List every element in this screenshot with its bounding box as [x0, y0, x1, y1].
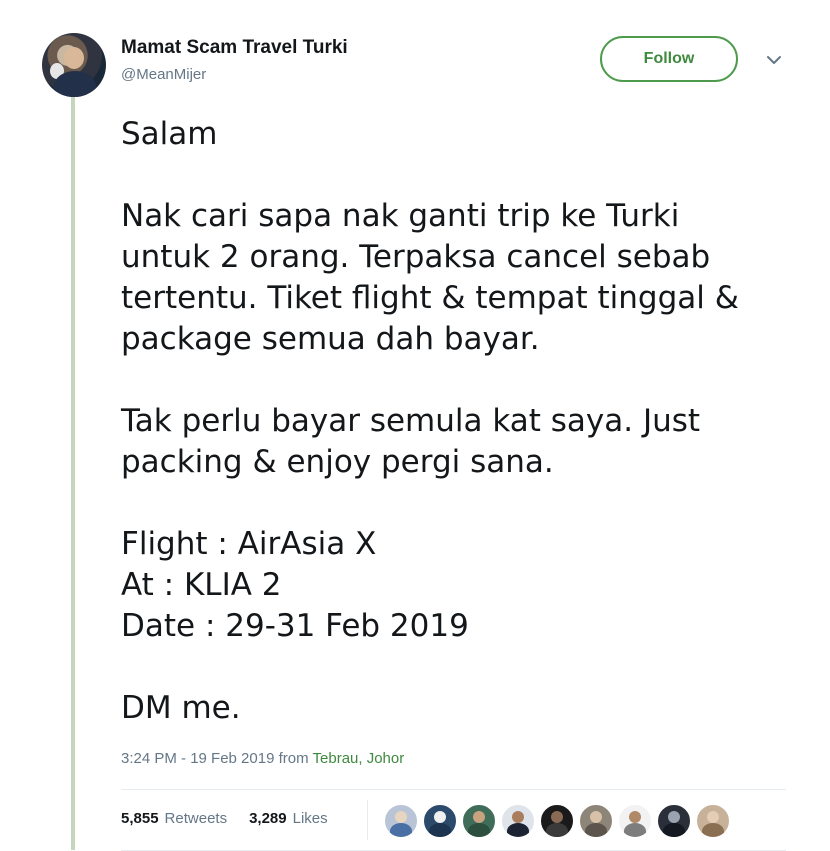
liker-avatar-detail: [624, 823, 646, 837]
tweet-metadata: 3:24 PM - 19 Feb 2019 from Tebrau, Johor: [121, 750, 404, 767]
liker-avatar-detail: [434, 811, 446, 823]
tweet-line: DM me.: [121, 690, 241, 726]
follow-button[interactable]: Follow: [600, 36, 738, 82]
tweet-location-link[interactable]: Tebrau, Johor: [313, 750, 405, 767]
liker-avatar-detail: [629, 811, 641, 823]
liker-avatar[interactable]: [618, 804, 652, 838]
liker-avatar-detail: [395, 811, 407, 823]
likers-avatars: [384, 804, 730, 838]
tweet-line: Salam: [121, 116, 218, 152]
retweets-count[interactable]: 5,855: [121, 810, 159, 827]
liker-avatar-detail: [585, 823, 607, 837]
liker-avatar-detail: [429, 823, 451, 837]
liker-avatar-detail: [702, 823, 724, 837]
tweet-line: untuk 2 orang. Terpaksa cancel sebab: [121, 239, 711, 275]
stats-separator: [367, 800, 368, 840]
likes-count[interactable]: 3,289: [249, 810, 287, 827]
liker-avatar-detail: [468, 823, 490, 837]
liker-avatar-detail: [590, 811, 602, 823]
liker-avatar-detail: [668, 811, 680, 823]
liker-avatar-detail: [546, 823, 568, 837]
tweet-text: Salam Nak cari sapa nak ganti trip ke Tu…: [121, 114, 801, 729]
likes-label[interactable]: Likes: [293, 810, 328, 827]
tweet-line: At : KLIA 2: [121, 567, 282, 603]
avatar-detail: [54, 71, 96, 97]
tweet-stats: 5,855 Retweets 3,289 Likes: [121, 810, 328, 827]
liker-avatar[interactable]: [657, 804, 691, 838]
liker-avatar-detail: [551, 811, 563, 823]
liker-avatar[interactable]: [696, 804, 730, 838]
liker-avatar-detail: [473, 811, 485, 823]
liker-avatar[interactable]: [579, 804, 613, 838]
chevron-down-icon[interactable]: [764, 50, 784, 70]
tweet-line: packing & enjoy pergi sana.: [121, 444, 554, 480]
tweet-timestamp[interactable]: 3:24 PM - 19 Feb 2019: [121, 750, 274, 767]
tweet-line: [121, 155, 801, 196]
retweets-label[interactable]: Retweets: [165, 810, 228, 827]
tweet-line: [121, 647, 801, 688]
tweet-line: package semua dah bayar.: [121, 321, 540, 357]
liker-avatar-detail: [507, 823, 529, 837]
liker-avatar-detail: [707, 811, 719, 823]
liker-avatar[interactable]: [423, 804, 457, 838]
tweet-line: [121, 483, 801, 524]
liker-avatar[interactable]: [384, 804, 418, 838]
avatar-detail: [64, 47, 84, 69]
user-display-name[interactable]: Mamat Scam Travel Turki: [121, 37, 348, 59]
liker-avatar[interactable]: [540, 804, 574, 838]
liker-avatar[interactable]: [462, 804, 496, 838]
divider: [121, 789, 786, 790]
tweet-line: [121, 360, 801, 401]
tweet-line: Tak perlu bayar semula kat saya. Just: [121, 403, 701, 439]
liker-avatar-detail: [663, 823, 685, 837]
tweet-line: Nak cari sapa nak ganti trip ke Turki: [121, 198, 680, 234]
tweet-line: tertentu. Tiket flight & tempat tinggal …: [121, 280, 739, 316]
from-label: from: [278, 750, 309, 767]
liker-avatar-detail: [512, 811, 524, 823]
liker-avatar-detail: [390, 823, 412, 837]
avatar[interactable]: [42, 33, 106, 97]
thread-connector-line: [71, 92, 75, 850]
tweet-line: Flight : AirAsia X: [121, 526, 377, 562]
liker-avatar[interactable]: [501, 804, 535, 838]
tweet-line: Date : 29-31 Feb 2019: [121, 608, 469, 644]
user-handle[interactable]: @MeanMijer: [121, 66, 206, 83]
